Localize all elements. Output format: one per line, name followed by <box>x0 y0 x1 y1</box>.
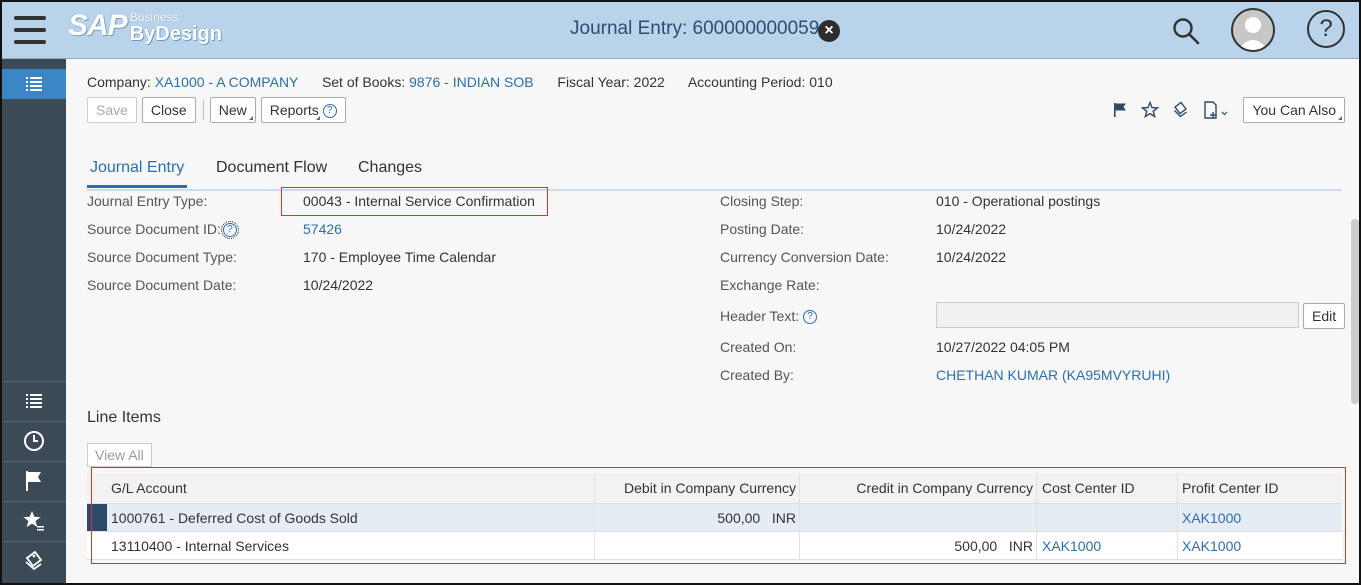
right-toolbar: You Can Also <box>1113 97 1345 123</box>
help-icon[interactable]: ? <box>803 310 818 325</box>
sidebar-item-list[interactable] <box>2 69 66 99</box>
books-label: Set of Books: <box>321 74 406 90</box>
period-value: 010 <box>809 74 833 90</box>
sap-bydesign-logo: SAP Business ByDesign <box>68 10 222 50</box>
edit-button[interactable]: Edit <box>1303 303 1346 329</box>
books-link[interactable]: 9876 - INDIAN SOB <box>409 74 534 90</box>
sidebar <box>2 59 66 583</box>
exchange-rate-label: Exchange Rate: <box>720 277 820 293</box>
reports-label: Reports <box>269 102 319 118</box>
new-button[interactable]: New <box>209 97 256 123</box>
highlight-box <box>91 467 1346 564</box>
list-icon <box>26 394 42 408</box>
add-document-icon[interactable] <box>1203 101 1229 119</box>
you-can-also-label: You Can Also <box>1252 102 1336 118</box>
view-all-button[interactable]: View All <box>87 443 152 467</box>
search-icon[interactable] <box>1172 17 1200 48</box>
posting-date-label: Posting Date: <box>720 221 805 237</box>
source-document-type-label: Source Document Type: <box>87 249 237 265</box>
closing-step-label: Closing Step: <box>720 193 804 209</box>
created-by-link[interactable]: CHETHAN KUMAR (KA95MVYRUHI) <box>936 367 1170 383</box>
flag-icon <box>26 471 41 491</box>
company-link[interactable]: XA1000 - A COMPANY <box>155 74 298 90</box>
currency-conversion-date-label: Currency Conversion Date: <box>720 249 889 265</box>
fiscal-year-value: 2022 <box>633 74 665 90</box>
tag-icon[interactable] <box>1173 101 1189 119</box>
header-text-label: Header Text: ? <box>720 308 818 325</box>
tab-journal-entry[interactable]: Journal Entry <box>87 157 188 188</box>
main-content: Company: XA1000 - A COMPANY Set of Books… <box>67 59 1359 583</box>
created-by-label: Created By: <box>720 367 794 383</box>
source-document-type-value: 170 - Employee Time Calendar <box>303 249 496 265</box>
list-icon <box>26 77 42 91</box>
vertical-scrollbar[interactable] <box>1351 219 1359 404</box>
new-label: New <box>218 102 247 118</box>
tab-changes[interactable]: Changes <box>355 157 425 185</box>
action-toolbar: Save Close New Reports ? <box>87 97 351 123</box>
highlight-box <box>281 187 548 216</box>
currency-conversion-date-value: 10/24/2022 <box>936 249 1007 265</box>
favorite-star-icon[interactable] <box>1141 101 1160 119</box>
source-document-id-text: Source Document ID: <box>87 221 221 237</box>
source-document-date-label: Source Document Date: <box>87 277 237 293</box>
source-document-id-link[interactable]: 57426 <box>303 221 342 237</box>
reports-button[interactable]: Reports ? <box>260 97 346 123</box>
history-clock-icon <box>24 431 44 451</box>
header-text-input[interactable] <box>936 302 1299 328</box>
help-icon[interactable]: ? <box>220 221 239 240</box>
flag-icon[interactable] <box>1113 102 1127 118</box>
tag-icon <box>25 550 43 571</box>
page-title: Journal Entry: 600000000059 <box>570 18 820 39</box>
app-frame: SAP Business ByDesign Journal Entry: 600… <box>0 0 1361 585</box>
shell-bar: SAP Business ByDesign Journal Entry: 600… <box>2 2 1359 59</box>
created-on-value: 10/27/2022 04:05 PM <box>936 339 1070 355</box>
menu-corner-icon <box>315 116 320 120</box>
help-icon[interactable]: ? <box>1307 10 1345 48</box>
header-text-label-text: Header Text: <box>720 308 800 324</box>
sidebar-item-favorites[interactable] <box>2 501 66 540</box>
favorites-star-icon <box>23 511 44 531</box>
period-label: Accounting Period: <box>687 74 806 90</box>
journal-entry-type-label: Journal Entry Type: <box>87 193 208 209</box>
help-icon[interactable]: ? <box>322 104 337 119</box>
sidebar-item-flagged[interactable] <box>2 461 66 500</box>
company-label: Company: <box>87 74 151 90</box>
line-items-title: Line Items <box>87 409 161 426</box>
logo-sap-text: SAP <box>68 9 128 42</box>
menu-corner-icon <box>248 116 253 120</box>
posting-date-value: 10/24/2022 <box>936 221 1007 237</box>
created-on-label: Created On: <box>720 339 797 355</box>
menu-hamburger-icon[interactable] <box>14 16 46 44</box>
tab-underline <box>87 189 1342 191</box>
closing-step-value: 010 - Operational postings <box>936 193 1101 209</box>
sidebar-item-recent[interactable] <box>2 421 66 460</box>
logo-bydesign-text: ByDesign <box>129 23 222 45</box>
sidebar-item-tags[interactable] <box>2 541 66 580</box>
toolbar-separator <box>202 100 204 120</box>
save-button[interactable]: Save <box>87 97 137 123</box>
tab-document-flow[interactable]: Document Flow <box>213 157 330 185</box>
context-bar: Company: XA1000 - A COMPANY Set of Books… <box>87 74 833 90</box>
fiscal-year-label: Fiscal Year: <box>557 74 630 90</box>
you-can-also-button[interactable]: You Can Also <box>1243 97 1345 123</box>
source-document-id-label: Source Document ID:? <box>87 221 239 240</box>
avatar[interactable] <box>1231 8 1275 52</box>
logo-business-text: Business <box>129 10 179 24</box>
sidebar-item-worklist[interactable] <box>2 381 66 420</box>
source-document-date-value: 10/24/2022 <box>303 277 374 293</box>
close-button[interactable]: Close <box>141 97 196 123</box>
close-circle-icon[interactable]: × <box>818 20 840 42</box>
menu-corner-icon <box>1338 116 1342 120</box>
